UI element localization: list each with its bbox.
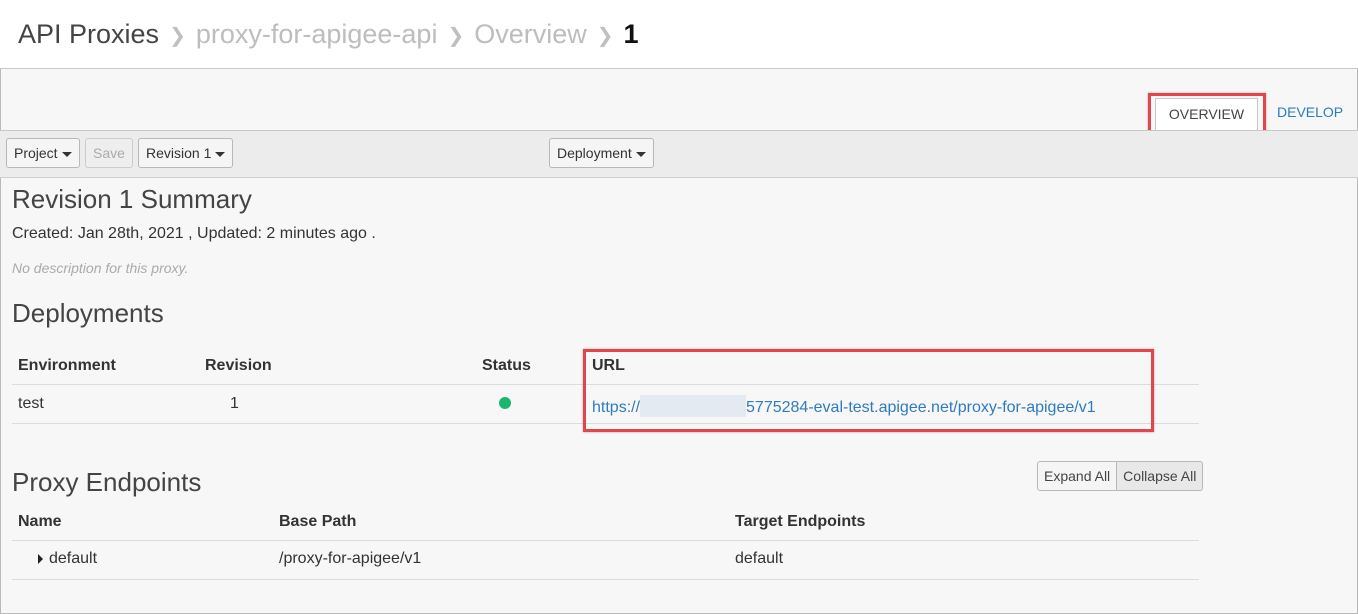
column-header-target-endpoints: Target Endpoints	[735, 513, 866, 530]
deployment-label: Deployment	[557, 145, 632, 161]
revision-label: Revision 1	[146, 145, 212, 161]
save-button[interactable]: Save	[85, 138, 133, 168]
table-divider	[12, 579, 1199, 580]
proxy-endpoints-title: Proxy Endpoints	[12, 467, 202, 497]
breadcrumb-api-proxies[interactable]: API Proxies	[18, 19, 159, 50]
deployment-environment: test	[18, 395, 44, 412]
column-header-name: Name	[18, 513, 62, 530]
table-divider	[12, 540, 1199, 541]
breadcrumb-proxy[interactable]: proxy-for-apigee-api	[196, 19, 438, 50]
expand-triangle-icon[interactable]	[38, 554, 43, 564]
deployment-revision: 1	[230, 395, 239, 412]
revision-dropdown-button[interactable]: Revision 1	[138, 138, 234, 168]
endpoint-base-path: /proxy-for-apigee/v1	[279, 550, 422, 567]
chevron-right-icon: ❯	[596, 24, 614, 47]
summary-description: No description for this proxy.	[12, 260, 189, 276]
expand-collapse-group: Expand All Collapse All	[1037, 461, 1204, 491]
caret-down-icon	[61, 151, 72, 157]
endpoint-name[interactable]: default	[49, 550, 97, 568]
chevron-right-icon: ❯	[169, 24, 186, 47]
tab-develop[interactable]: DEVELOP	[1277, 104, 1343, 120]
column-header-revision: Revision	[205, 357, 272, 374]
summary-meta: Created: Jan 28th, 2021 , Updated: 2 min…	[12, 225, 376, 242]
toolbar: Project Save Revision 1 Deployment	[0, 130, 1358, 178]
highlight-box-url	[583, 349, 1154, 432]
collapse-all-button[interactable]: Collapse All	[1117, 461, 1204, 491]
caret-down-icon	[215, 151, 226, 157]
breadcrumb-overview[interactable]: Overview	[474, 19, 587, 50]
endpoint-target: default	[735, 550, 784, 567]
summary-title: Revision 1 Summary	[12, 184, 252, 214]
project-dropdown-button[interactable]: Project	[6, 138, 80, 168]
project-label: Project	[14, 145, 58, 161]
status-ok-icon	[499, 397, 511, 409]
expand-all-button[interactable]: Expand All	[1037, 461, 1118, 491]
breadcrumb: API Proxies ❯ proxy-for-apigee-api ❯ Ove…	[0, 0, 1358, 69]
column-header-status: Status	[482, 357, 531, 374]
deployment-dropdown-button[interactable]: Deployment	[549, 138, 654, 168]
deployments-title: Deployments	[12, 298, 164, 328]
column-header-environment: Environment	[18, 357, 116, 374]
chevron-right-icon: ❯	[447, 24, 465, 47]
column-header-base-path: Base Path	[279, 513, 357, 530]
breadcrumb-revision: 1	[623, 18, 639, 49]
caret-down-icon	[635, 151, 646, 157]
